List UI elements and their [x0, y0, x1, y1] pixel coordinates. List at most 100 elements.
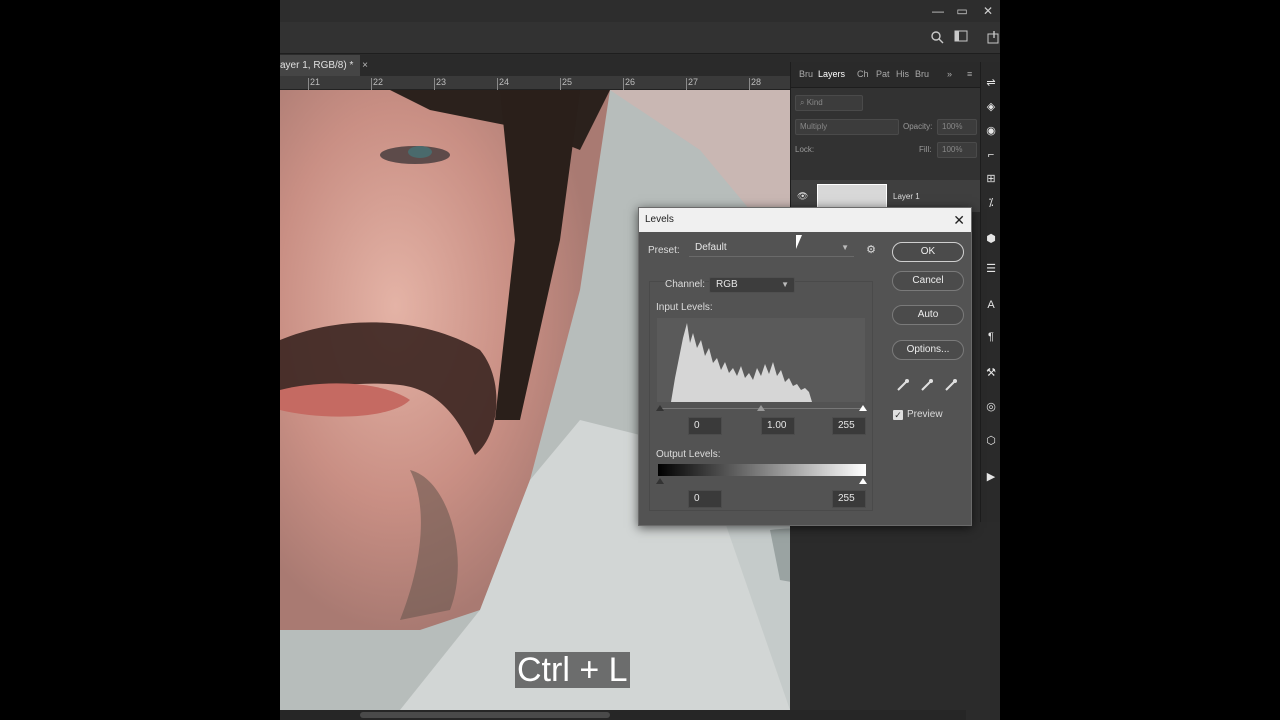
workspace-icon[interactable] [953, 30, 969, 46]
channel-label: Channel: [665, 279, 706, 290]
ruler-tick-label: 21 [310, 77, 321, 87]
input-black-field[interactable]: 0 [688, 417, 722, 435]
actions-play-icon[interactable]: ▶ [984, 470, 998, 484]
tools-icon[interactable]: ⚒ [984, 366, 998, 380]
preview-checkbox[interactable]: ✓ [893, 410, 903, 420]
layer-kind-filter[interactable]: ⌕ Kind [795, 95, 863, 111]
photoshop-window: — ▭ ✕ ayer 1, RGB/8) * × 21 22 23 24 25 … [280, 0, 1000, 720]
black-eyedropper-icon[interactable] [895, 378, 911, 394]
layers-panel: Bru Layers Ch Pat His Bru » ≡ ⌕ Kind Mul… [790, 62, 981, 212]
blend-mode-value: Multiply [800, 122, 828, 131]
opacity-field[interactable]: 100% [937, 119, 977, 135]
horizontal-scrollbar[interactable] [280, 710, 966, 720]
cancel-button[interactable]: Cancel [892, 271, 964, 291]
opacity-value: 100% [942, 122, 963, 131]
auto-button[interactable]: Auto [892, 305, 964, 325]
document-tab-title: ayer 1, RGB/8) * [280, 60, 354, 71]
ruler-tick-label: 26 [625, 77, 636, 87]
document-tab-close-icon[interactable]: × [362, 60, 368, 71]
gray-eyedropper-icon[interactable] [919, 378, 935, 394]
horizontal-scroll-thumb[interactable] [360, 712, 610, 718]
input-gamma-field[interactable]: 1.00 [761, 417, 795, 435]
cc-icon[interactable]: ◎ [984, 400, 998, 414]
ruler-tick [497, 78, 498, 90]
panel-expand-icon[interactable]: » [947, 69, 952, 79]
levels-dialog-title-bar: Levels ✕ [639, 208, 971, 232]
ruler-tick-label: 22 [373, 77, 384, 87]
paths-icon[interactable]: ⌐ [984, 148, 998, 162]
channel-value: RGB [716, 279, 738, 290]
cube-icon[interactable]: ⬡ [984, 434, 998, 448]
ruler-tick [623, 78, 624, 90]
ruler-tick-label: 23 [436, 77, 447, 87]
preset-select[interactable]: Default ▼ [689, 241, 854, 257]
ruler-tick-label: 25 [562, 77, 573, 87]
tab-history[interactable]: His [896, 69, 909, 79]
kind-filter-label: Kind [806, 98, 823, 107]
input-levels-label: Input Levels: [656, 302, 713, 313]
document-tab[interactable]: ayer 1, RGB/8) * × [280, 55, 368, 76]
input-gamma-slider[interactable] [757, 405, 765, 411]
preset-gear-icon[interactable]: ⚙ [864, 243, 878, 257]
ruler-tick [371, 78, 372, 90]
ruler-tick [686, 78, 687, 90]
lock-label: Lock: [795, 145, 815, 154]
ruler-tick-label: 27 [688, 77, 699, 87]
share-icon[interactable] [986, 30, 1000, 46]
channels-icon[interactable]: ⊞ [984, 172, 998, 186]
output-levels-label: Output Levels: [656, 449, 721, 460]
paragraph-icon[interactable]: ¶ [984, 330, 998, 344]
ruler-tick [308, 78, 309, 90]
libraries-icon[interactable]: ☰ [984, 262, 998, 276]
levels-dialog: Levels ✕ Preset: Default ▼ ⚙ Channel: RG… [638, 207, 972, 526]
panel-menu-icon[interactable]: ≡ [967, 69, 972, 79]
channel-select[interactable]: RGB ▼ [709, 277, 795, 293]
horizontal-ruler: 21 22 23 24 25 26 27 28 [280, 76, 790, 90]
restore-button[interactable]: ▭ [950, 2, 974, 20]
output-gradient-bar [658, 464, 866, 476]
input-white-field[interactable]: 255 [832, 417, 866, 435]
tab-channels[interactable]: Ch [857, 69, 869, 79]
ruler-tick [560, 78, 561, 90]
output-white-slider[interactable] [859, 478, 867, 484]
opacity-label: Opacity: [903, 122, 933, 131]
output-white-field[interactable]: 255 [832, 490, 866, 508]
tab-brushes[interactable]: Bru [799, 69, 813, 79]
close-icon[interactable]: ✕ [953, 208, 965, 232]
input-white-slider[interactable] [859, 405, 867, 411]
letterbox-left [0, 0, 280, 720]
mouse-cursor [796, 235, 802, 249]
search-icon[interactable] [929, 30, 945, 46]
right-tool-strip: ⇌ ◈ ◉ ⌐ ⊞ ⁒ ⬢ ☰ A ¶ ⚒ ◎ ⬡ ▶ [980, 62, 1000, 522]
panel-tabs: Bru Layers Ch Pat His Bru » ≡ [791, 62, 981, 88]
options-bar [280, 22, 1000, 54]
chevron-down-icon: ▼ [781, 280, 789, 289]
fill-value: 100% [942, 145, 963, 154]
ruler-tick-label: 28 [751, 77, 762, 87]
histogram-graph [671, 323, 812, 402]
adjustments-icon[interactable]: ⇌ [984, 76, 998, 90]
output-black-slider[interactable] [656, 478, 664, 484]
output-black-field[interactable]: 0 [688, 490, 722, 508]
kind-search-icon: ⌕ [800, 98, 805, 107]
properties-icon[interactable]: ◉ [984, 124, 998, 138]
blend-mode-select[interactable]: Multiply [795, 119, 899, 135]
options-button[interactable]: Options... [892, 340, 964, 360]
close-window-button[interactable]: ✕ [976, 2, 1000, 20]
fill-field[interactable]: 100% [937, 142, 977, 158]
tab-brush-settings[interactable]: Bru [915, 69, 929, 79]
layer-name: Layer 1 [893, 192, 920, 201]
minimize-button[interactable]: — [926, 2, 950, 20]
white-eyedropper-icon[interactable] [943, 378, 959, 394]
character-icon[interactable]: A [984, 298, 998, 312]
3d-icon[interactable]: ⬢ [984, 232, 998, 246]
styles-icon[interactable]: ⁒ [984, 196, 998, 210]
layers-icon[interactable]: ◈ [984, 100, 998, 114]
visibility-eye-icon[interactable]: 👁 [797, 191, 808, 202]
letterbox-right [1000, 0, 1280, 720]
histogram [657, 318, 865, 402]
tab-layers[interactable]: Layers [818, 69, 845, 79]
ok-button[interactable]: OK [892, 242, 964, 262]
input-black-slider[interactable] [656, 405, 664, 411]
tab-paths[interactable]: Pat [876, 69, 890, 79]
